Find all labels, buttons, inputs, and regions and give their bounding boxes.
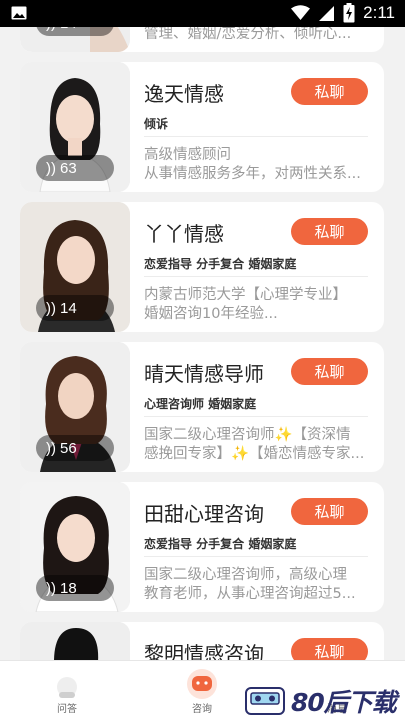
listen-count-badge: )) 14 — [36, 295, 114, 321]
divider — [144, 136, 368, 137]
sound-wave-icon: )) — [46, 159, 56, 177]
consultant-name: 丫丫情感 — [144, 222, 224, 246]
divider — [144, 556, 368, 557]
listen-count-badge: )) 18 — [36, 575, 114, 601]
wifi-icon — [291, 5, 311, 20]
tab-label: 咨询 — [192, 704, 212, 715]
cassette-logo-icon — [245, 687, 285, 715]
sound-wave-icon: )) — [46, 579, 56, 597]
private-chat-button[interactable]: 私聊 — [291, 78, 368, 105]
sound-wave-icon: )) — [46, 439, 56, 457]
consultant-name: 黎明情感咨询 — [144, 642, 264, 660]
sound-wave-icon: )) — [46, 27, 56, 32]
watermark-logo: 80后下载 — [245, 683, 397, 719]
private-chat-button[interactable]: 私聊 — [291, 498, 368, 525]
signal-icon — [319, 5, 335, 21]
consultant-card[interactable]: )) 63 逸天情感 私聊 倾诉 高级情感顾问 从事情感服务多年，对两性关系..… — [20, 62, 384, 192]
tab-consult[interactable]: 咨询 — [162, 661, 242, 720]
watermark-text: 80后下载 — [291, 688, 397, 717]
battery-icon — [343, 3, 355, 23]
sound-wave-icon: )) — [46, 299, 56, 317]
qa-icon — [57, 677, 77, 698]
listen-count-badge: )) 63 — [36, 155, 114, 181]
listen-count-badge: )) 56 — [36, 435, 114, 461]
consultant-name: 田甜心理咨询 — [144, 502, 264, 526]
consultant-description: 国家二级心理咨询师，高级心理 教育老师，从事心理咨询超过5... — [144, 567, 356, 602]
listen-count-badge: )) 14 — [36, 27, 114, 36]
consultant-card[interactable]: )) 56 晴天情感导师 私聊 心理咨询师 婚姻家庭 国家二级心理咨询师✨【资深… — [20, 342, 384, 472]
tab-label: 问答 — [57, 704, 77, 715]
consultant-tags: 心理咨询师 婚姻家庭 — [144, 397, 257, 411]
divider — [144, 416, 368, 417]
consultant-tags: 恋爱指导 分手复合 婚姻家庭 — [144, 257, 297, 271]
clock: 2:11 — [363, 3, 395, 22]
consultant-description: 高级情感顾问 从事情感服务多年，对两性关系... — [144, 147, 361, 182]
consult-icon — [187, 669, 217, 699]
consultant-list[interactable]: )) 14 管理、婚姻/恋爱分析、倾听心... )) 63 逸天情感 私聊 倾诉… — [0, 27, 405, 660]
consultant-name: 逸天情感 — [144, 82, 224, 106]
private-chat-button[interactable]: 私聊 — [291, 358, 368, 385]
consultant-card[interactable]: )) 14 管理、婚姻/恋爱分析、倾听心... — [20, 27, 384, 52]
consultant-tags: 恋爱指导 分手复合 婚姻家庭 — [144, 537, 297, 551]
consultant-description: 国家二级心理咨询师✨【资深情 感挽回专家】✨【婚恋情感专家... — [144, 427, 365, 462]
private-chat-button[interactable]: 私聊 — [291, 638, 368, 660]
status-bar: 2:11 — [0, 0, 405, 27]
consultant-card[interactable]: )) 18 田甜心理咨询 私聊 恋爱指导 分手复合 婚姻家庭 国家二级心理咨询师… — [20, 482, 384, 612]
consultant-description: 管理、婚姻/恋爱分析、倾听心... — [144, 27, 352, 42]
consultant-tags: 倾诉 — [144, 117, 169, 131]
gallery-icon — [11, 6, 27, 20]
tab-qa[interactable]: 问答 — [27, 661, 107, 720]
private-chat-button[interactable]: 私聊 — [291, 218, 368, 245]
divider — [144, 276, 368, 277]
consultant-description: 内蒙古师范大学【心理学专业】 婚姻咨询10年经验... — [144, 287, 347, 322]
consultant-name: 晴天情感导师 — [144, 362, 264, 386]
consultant-card[interactable]: 黎明情感咨询 私聊 — [20, 622, 384, 660]
consultant-photo — [20, 622, 130, 660]
consultant-card[interactable]: )) 14 丫丫情感 私聊 恋爱指导 分手复合 婚姻家庭 内蒙古师范大学【心理学… — [20, 202, 384, 332]
